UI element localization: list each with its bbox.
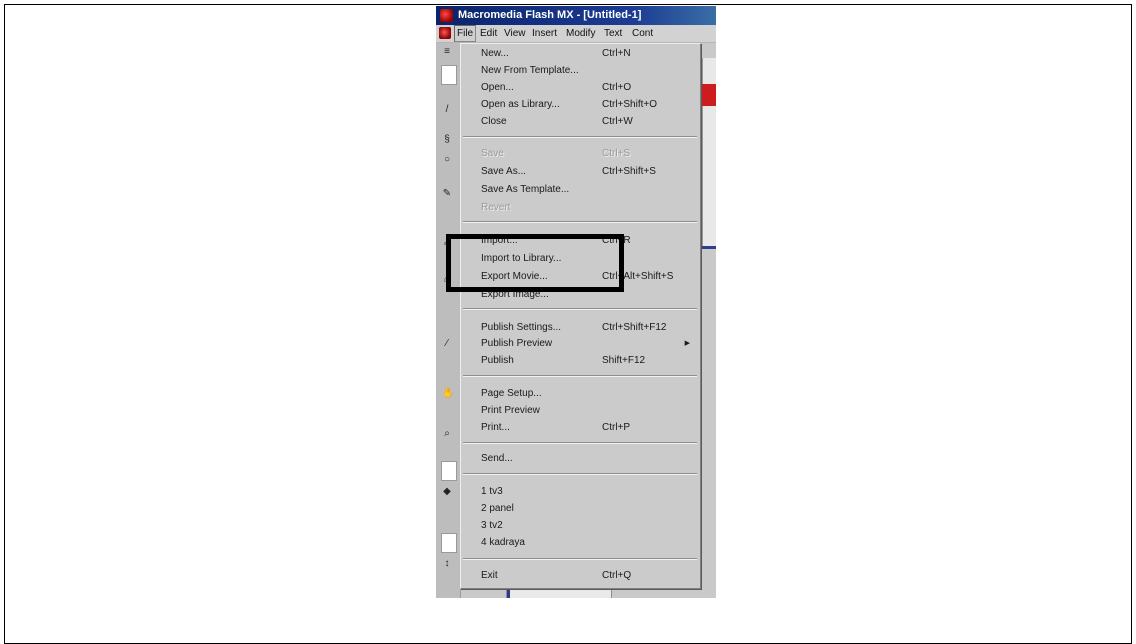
snap-tool-icon[interactable]: ↕	[442, 559, 452, 569]
menu-separator	[463, 558, 697, 560]
menu-item-save: Save Ctrl+S	[481, 148, 631, 159]
stage-divider	[702, 246, 716, 249]
menu-item-publish-settings[interactable]: Publish Settings... Ctrl+Shift+F12	[461, 320, 700, 336]
document-icon[interactable]	[439, 27, 451, 39]
menu-item-revert: Revert	[481, 202, 511, 213]
oval-tool-icon[interactable]: ○	[442, 155, 452, 165]
arrow-tool-icon[interactable]	[441, 65, 457, 85]
menu-insert[interactable]: Insert	[530, 25, 559, 42]
menu-item-open[interactable]: Open... Ctrl+O	[461, 80, 700, 96]
menu-separator	[463, 442, 697, 444]
fill-color-icon[interactable]: ◆	[442, 487, 452, 497]
menu-control[interactable]: Cont	[630, 25, 655, 42]
menu-file[interactable]: File	[454, 25, 477, 42]
menu-item-exit[interactable]: Exit Ctrl+Q	[461, 568, 700, 584]
import-highlight-box	[446, 234, 624, 292]
menu-item-recent-3[interactable]: 3 tv2	[461, 518, 700, 534]
menu-item-recent-4[interactable]: 4 kadraya	[461, 535, 700, 551]
lasso-tool-icon[interactable]: §	[442, 135, 452, 145]
menu-separator	[463, 221, 697, 223]
menu-item-new-from-template[interactable]: New From Template...	[461, 63, 700, 79]
swap-colors-icon[interactable]	[441, 533, 457, 553]
menu-separator	[463, 375, 697, 377]
menu-item-close[interactable]: Close Ctrl+W	[461, 114, 700, 130]
submenu-arrow-icon: ▶	[684, 340, 690, 347]
gripper-icon[interactable]: ≡	[442, 47, 452, 57]
menu-modify[interactable]: Modify	[564, 25, 597, 42]
hand-tool-icon[interactable]: ✋	[442, 389, 454, 399]
tools-panel: ≡ / § ○ ✎ ⌐ ⌂ ⁄ ✋ ⌕ ◆ ↕	[436, 43, 461, 598]
menu-item-save-as[interactable]: Save As... Ctrl+Shift+S	[461, 164, 700, 180]
menu-view[interactable]: View	[502, 25, 528, 42]
eyedropper-tool-icon[interactable]: ⁄	[442, 339, 452, 349]
flash-logo-icon	[440, 9, 453, 22]
title-bar: Macromedia Flash MX - [Untitled-1]	[436, 6, 716, 25]
menu-text[interactable]: Text	[602, 25, 624, 42]
menu-item-page-setup[interactable]: Page Setup...	[461, 386, 700, 402]
menu-item-send[interactable]: Send...	[461, 451, 700, 467]
window-title: Macromedia Flash MX - [Untitled-1]	[458, 9, 642, 21]
menu-edit[interactable]: Edit	[478, 25, 499, 42]
menu-item-publish[interactable]: Publish Shift+F12	[461, 353, 700, 369]
pencil-tool-icon[interactable]: ✎	[442, 189, 452, 199]
menu-item-print[interactable]: Print... Ctrl+P	[461, 420, 700, 436]
timeline-playhead	[702, 84, 716, 106]
menu-bar: File Edit View Insert Modify Text Cont	[436, 25, 716, 43]
menu-separator	[463, 473, 697, 475]
menu-item-print-preview[interactable]: Print Preview	[461, 403, 700, 419]
zoom-tool-icon[interactable]: ⌕	[442, 429, 452, 439]
flash-app-window: Macromedia Flash MX - [Untitled-1] File …	[436, 6, 716, 598]
menu-item-new[interactable]: New... Ctrl+N	[461, 46, 700, 62]
menu-separator	[463, 308, 697, 310]
menu-item-recent-1[interactable]: 1 tv3	[461, 484, 700, 500]
file-menu-dropdown: New... Ctrl+N New From Template... Open.…	[460, 43, 701, 589]
menu-item-open-as-library[interactable]: Open as Library... Ctrl+Shift+O	[461, 97, 700, 113]
menu-item-recent-2[interactable]: 2 panel	[461, 501, 700, 517]
stroke-color-icon[interactable]	[441, 461, 457, 481]
menu-item-save-as-template[interactable]: Save As Template...	[461, 182, 700, 198]
menu-item-publish-preview[interactable]: Publish Preview ▶	[461, 336, 700, 352]
menu-separator	[463, 136, 697, 138]
line-tool-icon[interactable]: /	[442, 105, 452, 115]
